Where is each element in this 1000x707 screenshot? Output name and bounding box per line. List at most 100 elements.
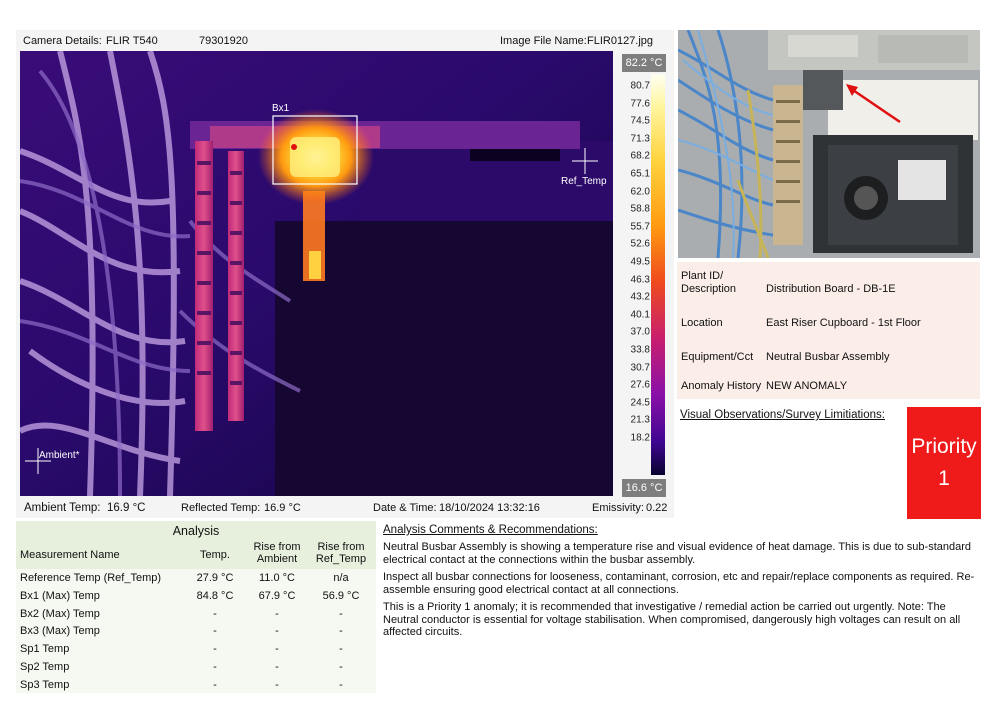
file-name-label: Image File Name: xyxy=(500,35,587,47)
table-cell: - xyxy=(213,661,217,673)
temperature-scale-bar xyxy=(651,74,665,475)
analysis-comments: Analysis Comments & Recommendations: Neu… xyxy=(383,524,983,644)
scale-min: 16.6 °C xyxy=(622,479,666,497)
table-row: Bx1 (Max) Temp 84.8 °C 67.9 °C 56.9 °C xyxy=(16,590,376,606)
comment-paragraph-3: This is a Priority 1 anomaly; it is reco… xyxy=(383,601,961,638)
file-name-value: FLIR0127.jpg xyxy=(587,35,654,47)
thermal-image: Bx1 Ref_Temp Ambient* xyxy=(20,51,613,496)
scale-tick: 68.2 xyxy=(630,150,650,162)
conditions-bar: Ambient Temp: 16.9 °C Reflected Temp: 16… xyxy=(16,498,674,518)
scale-tick: 33.8 xyxy=(630,344,650,356)
scale-tick: 27.6 xyxy=(630,379,650,391)
scale-tick: 58.8 xyxy=(630,203,650,215)
detail-value: Distribution Board - DB-1E xyxy=(766,283,896,295)
detail-value: Neutral Busbar Assembly xyxy=(766,351,890,363)
priority-level: 1 xyxy=(938,467,950,490)
table-cell: - xyxy=(275,661,279,673)
table-cell: - xyxy=(339,625,343,638)
table-row: Bx2 (Max) Temp - - - xyxy=(16,608,376,624)
scale-tick: 74.5 xyxy=(630,115,650,127)
camera-model: FLIR T540 xyxy=(106,35,158,47)
table-cell: Bx3 (Max) Temp xyxy=(20,625,100,638)
box-label: Bx1 xyxy=(272,103,290,114)
detail-value: East Riser Cupboard - 1st Floor xyxy=(766,317,921,329)
table-cell: Sp1 Temp xyxy=(20,643,70,656)
table-row: Sp3 Temp - - - xyxy=(16,679,376,695)
table-cell: - xyxy=(213,607,217,620)
emissivity-label: Emissivity: xyxy=(592,502,644,514)
table-cell: - xyxy=(339,607,343,620)
analysis-title: Analysis xyxy=(172,524,220,538)
table-cell: 67.9 °C xyxy=(258,589,296,602)
table-row: Sp1 Temp - - - xyxy=(16,643,376,659)
header-rise-ambient: Rise from Ambient xyxy=(253,541,301,565)
analysis-body: Reference Temp (Ref_Temp) 27.9 °C 11.0 °C n… xyxy=(16,569,376,693)
camera-details-bar: Camera Details: FLIR T540 79301920 Image… xyxy=(16,30,674,50)
scale-tick: 71.3 xyxy=(630,133,650,145)
table-cell: 11.0 °C xyxy=(259,572,295,584)
scale-ticks: 80.7 77.6 74.5 71.3 68.2 65.1 62.0 58.8 55.7 52.6… xyxy=(614,74,650,475)
table-cell: - xyxy=(339,661,343,673)
datetime-value: 18/10/2024 13:32:16 xyxy=(439,502,540,514)
detail-label: Location xyxy=(681,317,723,329)
scale-max: 82.2 °C xyxy=(622,54,666,72)
table-cell: 84.8 °C xyxy=(196,589,234,602)
emissivity-value: 0.22 xyxy=(646,502,668,514)
header-temp: Temp. xyxy=(200,549,230,561)
table-cell: Reference Temp (Ref_Temp) xyxy=(20,572,162,584)
scale-tick: 18.2 xyxy=(630,432,650,444)
table-cell: 27.9 °C xyxy=(196,572,234,584)
table-cell: - xyxy=(213,643,217,656)
table-cell: - xyxy=(275,607,279,620)
table-cell: - xyxy=(275,643,279,656)
scale-tick: 24.5 xyxy=(630,397,650,409)
table-cell: Bx1 (Max) Temp xyxy=(20,589,100,602)
scale-tick: 52.6 xyxy=(630,238,650,250)
comments-title: Analysis Comments & Recommendations: xyxy=(383,524,598,536)
table-cell: - xyxy=(275,625,279,638)
camera-serial: 79301920 xyxy=(199,35,248,47)
visual-photo xyxy=(678,30,980,258)
scale-tick: 30.7 xyxy=(630,362,650,374)
analysis-table: Analysis Measurement Name Temp. Rise fro… xyxy=(16,521,376,693)
scale-tick: 37.0 xyxy=(630,326,650,338)
table-cell: - xyxy=(213,678,217,691)
visual-photo-graphic xyxy=(678,30,980,258)
scale-tick: 65.1 xyxy=(630,168,650,180)
detail-label: Anomaly History xyxy=(681,380,762,392)
ambient-label: Ambient* xyxy=(39,450,80,461)
scale-tick: 77.6 xyxy=(630,98,650,110)
ref-temp-label: Ref_Temp xyxy=(561,176,607,187)
table-cell: - xyxy=(213,625,217,638)
table-cell: - xyxy=(339,678,343,691)
scale-tick: 40.1 xyxy=(630,309,650,321)
table-cell: Sp3 Temp xyxy=(20,678,70,691)
detail-label: Equipment/Cct xyxy=(681,351,754,363)
header-rise-ref: Rise from Ref_Temp xyxy=(315,541,367,565)
analysis-header: Analysis Measurement Name Temp. Rise fro… xyxy=(16,521,376,569)
header-measurement-name: Measurement Name xyxy=(20,549,120,561)
scale-tick: 49.5 xyxy=(630,256,650,268)
table-cell: Bx2 (Max) Temp xyxy=(20,607,100,620)
comment-paragraph-1: Neutral Busbar Assembly is showing a tem… xyxy=(383,541,972,566)
table-row: Sp2 Temp - - - xyxy=(16,661,376,677)
comment-paragraph-2: Inspect all busbar connections for loose… xyxy=(383,571,975,596)
camera-label: Camera Details: xyxy=(23,35,102,47)
datetime-label: Date & Time: xyxy=(373,502,437,514)
table-cell: - xyxy=(339,643,343,656)
scale-tick: 80.7 xyxy=(630,80,650,92)
table-row: Bx3 (Max) Temp - - - xyxy=(16,625,376,641)
detail-value: NEW ANOMALY xyxy=(766,380,848,392)
scale-tick: 62.0 xyxy=(630,186,650,198)
scale-tick: 43.2 xyxy=(630,291,650,303)
details-table: Plant ID/ Description Distribution Board … xyxy=(677,262,980,399)
scale-tick: 46.3 xyxy=(630,274,650,286)
table-row: Reference Temp (Ref_Temp) 27.9 °C 11.0 °C n… xyxy=(16,572,376,588)
reflected-temp-value: 16.9 °C xyxy=(264,502,301,514)
table-cell: n/a xyxy=(333,572,349,584)
thermal-image-graphic: Bx1 Ref_Temp Ambient* xyxy=(20,51,613,496)
detail-label: Plant ID/ Description xyxy=(681,270,737,295)
table-cell: Sp2 Temp xyxy=(20,661,70,673)
scale-tick: 21.3 xyxy=(630,414,650,426)
reflected-temp-label: Reflected Temp: xyxy=(181,502,261,514)
